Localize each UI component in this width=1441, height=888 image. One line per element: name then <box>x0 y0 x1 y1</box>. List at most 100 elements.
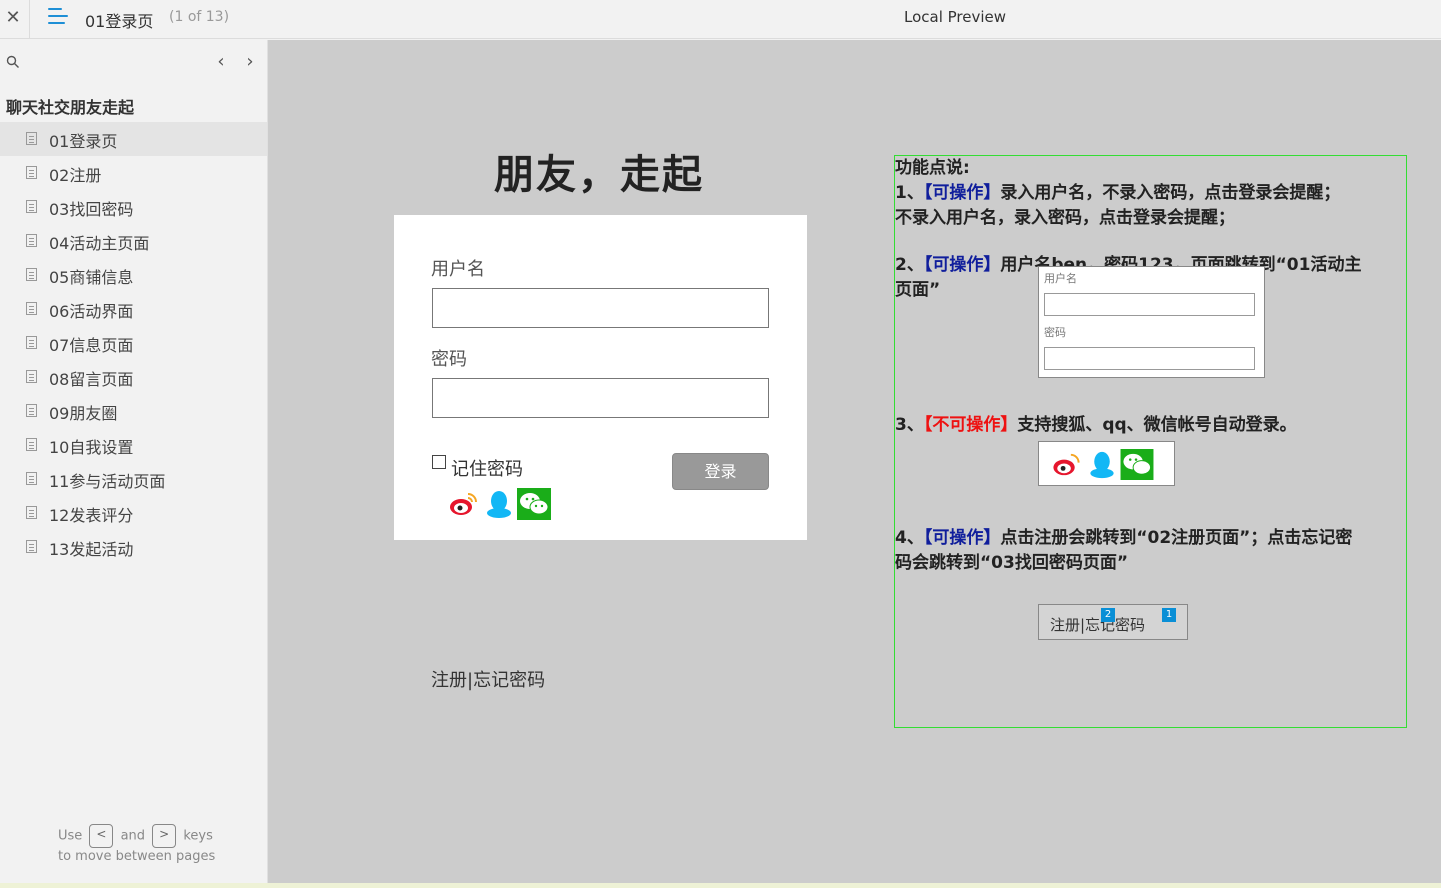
login-card: 用户名 密码 记住密码 登录 <box>394 215 807 540</box>
document-icon <box>26 506 37 519</box>
mini-login-preview: 用户名 密码 <box>1038 266 1265 378</box>
hotspot-badge-2: 2 <box>1101 608 1115 622</box>
annotation-heading: 功能点说: <box>895 158 970 178</box>
top-bar: ✕ 01登录页 (1 of 13) Local Preview <box>0 0 1441 39</box>
weibo-icon[interactable] <box>446 488 480 520</box>
sidebar-item-page-12[interactable]: 12发表评分 <box>0 496 267 530</box>
document-icon <box>26 200 37 213</box>
username-input[interactable] <box>432 288 769 328</box>
hint-and: and <box>120 828 146 844</box>
bottom-strip <box>0 883 1441 888</box>
item-text: 点击注册会跳转到“02注册页面”；点击忘记密 <box>1000 528 1353 548</box>
remember-label: 记住密码 <box>451 459 523 480</box>
hero-title: 朋友，走起 <box>494 152 704 198</box>
preview-canvas: 朋友，走起 用户名 密码 记住密码 登录 注册|忘记密码 功能点说: 1、【可操… <box>268 40 1441 883</box>
item-tag: 【不可操作】 <box>923 415 1018 435</box>
document-icon <box>26 268 37 281</box>
document-icon <box>26 472 37 485</box>
annotation-item-1-cont: 不录入用户名，录入密码，点击登录会提醒； <box>895 208 1235 228</box>
sidebar-item-label: 13发起活动 <box>49 540 134 559</box>
document-icon <box>26 336 37 349</box>
sidebar-item-label: 03找回密码 <box>49 200 134 219</box>
username-label: 用户名 <box>431 259 485 280</box>
weibo-icon <box>1053 453 1080 476</box>
annotation-item-4-cont: 码会跳转到“03找回密码页面” <box>895 553 1129 573</box>
sidebar-item-label: 06活动界面 <box>49 302 134 321</box>
next-page-button[interactable]: › <box>241 51 259 72</box>
wechat-icon[interactable] <box>517 488 551 520</box>
document-icon <box>26 404 37 417</box>
sidebar-item-label: 01登录页 <box>49 132 118 151</box>
item-tag: 【可操作】 <box>923 255 1001 275</box>
sidebar-item-label: 10自我设置 <box>49 438 134 457</box>
sidebar-item-label: 02注册 <box>49 166 102 185</box>
document-icon <box>26 166 37 179</box>
search-icon[interactable] <box>6 55 20 69</box>
annotation-item-1: 1、【可操作】录入用户名，不录入密码，点击登录会提醒； <box>895 181 1405 206</box>
password-label: 密码 <box>431 349 467 370</box>
annotation-panel: 功能点说: 1、【可操作】录入用户名，不录入密码，点击登录会提醒； 不录入用户名… <box>894 155 1407 728</box>
sidebar-item-label: 11参与活动页面 <box>49 472 166 491</box>
sidebar-item-page-02[interactable]: 02注册 <box>0 156 267 190</box>
item-tag: 【可操作】 <box>923 528 1001 548</box>
hint-line2: to move between pages <box>58 849 216 864</box>
sidebar-item-label: 08留言页面 <box>49 370 134 389</box>
preview-title: Local Preview <box>904 8 1007 26</box>
item-text: 支持搜狐、qq、微信帐号自动登录。 <box>1017 415 1297 435</box>
mini-register-preview: 注册|忘记密码 2 1 <box>1038 604 1188 640</box>
sidebar-item-label: 09朋友圈 <box>49 404 118 423</box>
item-number: 1、 <box>895 183 924 203</box>
sidebar-item-page-01[interactable]: 01登录页 <box>0 122 267 156</box>
remember-checkbox[interactable] <box>432 455 446 469</box>
right-key-icon: > <box>152 824 177 848</box>
item-number: 3、 <box>895 415 924 435</box>
close-icon[interactable]: ✕ <box>4 6 22 30</box>
sidebar-item-label: 04活动主页面 <box>49 234 150 253</box>
sidebar-item-page-04[interactable]: 04活动主页面 <box>0 224 267 258</box>
menu-icon[interactable] <box>48 8 70 28</box>
mini-username-label: 用户名 <box>1044 272 1077 285</box>
hint-use: Use <box>58 828 83 844</box>
sidebar-item-page-03[interactable]: 03找回密码 <box>0 190 267 224</box>
page-count: (1 of 13) <box>169 9 230 25</box>
sidebar-item-label: 12发表评分 <box>49 506 134 525</box>
document-icon <box>26 370 37 383</box>
annotation-item-3: 3、【不可操作】支持搜狐、qq、微信帐号自动登录。 <box>895 413 1405 438</box>
wechat-icon <box>1120 449 1154 480</box>
register-forgot-link[interactable]: 注册|忘记密码 <box>431 666 545 692</box>
hotspot-badge-1: 1 <box>1162 608 1176 622</box>
mini-password-input <box>1044 347 1255 370</box>
page-list: 01登录页 02注册 03找回密码 04活动主页面 05商铺信息 06活动界面 … <box>0 122 267 564</box>
annotation-item-4: 4、【可操作】点击注册会跳转到“02注册页面”；点击忘记密 <box>895 526 1405 551</box>
qq-icon <box>1090 451 1114 479</box>
project-title: 聊天社交朋友走起 <box>6 98 135 117</box>
document-icon <box>26 302 37 315</box>
mini-password-label: 密码 <box>1044 326 1066 339</box>
document-icon <box>26 540 37 553</box>
qq-icon[interactable] <box>482 488 516 520</box>
sidebar-item-page-13[interactable]: 13发起活动 <box>0 530 267 564</box>
sidebar: ‹ › 聊天社交朋友走起 01登录页 02注册 03找回密码 04活动主页面 0… <box>0 40 268 888</box>
mini-register-text: 注册|忘记密码 <box>1050 616 1146 634</box>
document-icon <box>26 438 37 451</box>
sidebar-item-page-07[interactable]: 07信息页面 <box>0 326 267 360</box>
sidebar-item-label: 05商铺信息 <box>49 268 134 287</box>
login-button[interactable]: 登录 <box>672 453 769 490</box>
sidebar-item-page-10[interactable]: 10自我设置 <box>0 428 267 462</box>
item-tag: 【可操作】 <box>923 183 1001 203</box>
sidebar-item-page-09[interactable]: 09朋友圈 <box>0 394 267 428</box>
sidebar-item-page-06[interactable]: 06活动界面 <box>0 292 267 326</box>
prev-page-button[interactable]: ‹ <box>212 51 230 72</box>
sidebar-item-page-08[interactable]: 08留言页面 <box>0 360 267 394</box>
document-icon <box>26 132 37 145</box>
divider <box>29 0 30 39</box>
page-title: 01登录页 <box>85 12 154 31</box>
password-input[interactable] <box>432 378 769 418</box>
mini-social-preview <box>1038 441 1175 486</box>
hint-keys: keys <box>183 828 213 844</box>
item-text: 录入用户名，不录入密码，点击登录会提醒； <box>1000 183 1341 203</box>
sidebar-item-page-05[interactable]: 05商铺信息 <box>0 258 267 292</box>
sidebar-item-label: 07信息页面 <box>49 336 134 355</box>
item-number: 4、 <box>895 528 924 548</box>
sidebar-item-page-11[interactable]: 11参与活动页面 <box>0 462 267 496</box>
